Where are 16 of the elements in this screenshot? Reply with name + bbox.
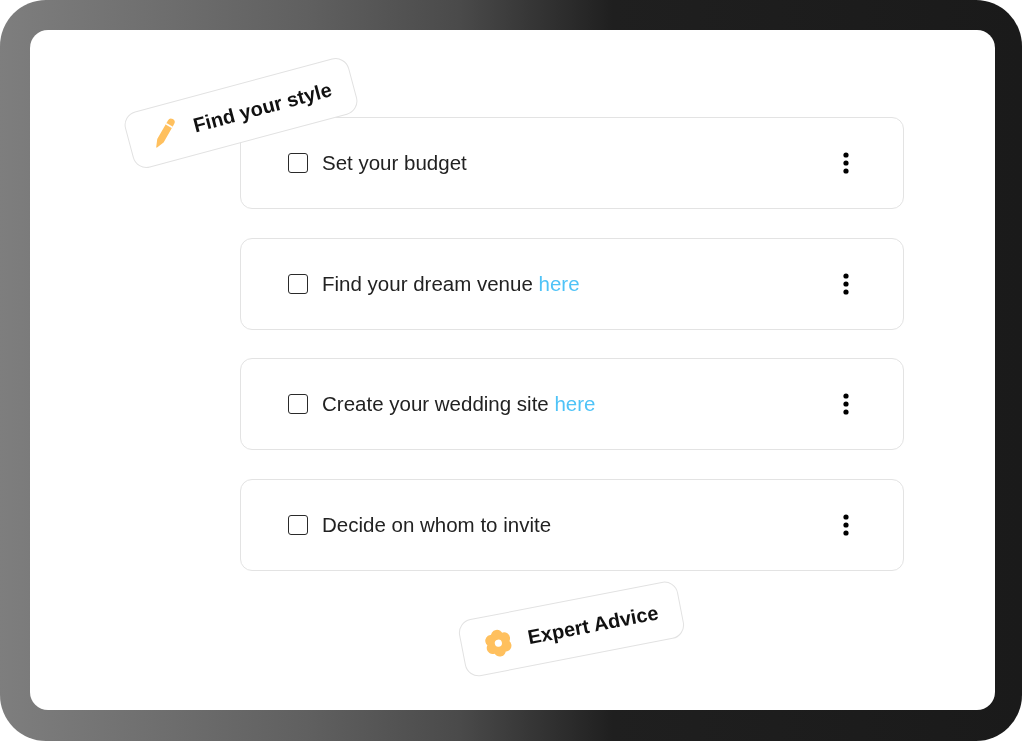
task-label: Find your dream venue here [322,271,581,296]
checkbox[interactable] [288,273,308,294]
more-icon[interactable] [843,152,849,174]
task-label: Set your budget [322,151,468,175]
more-icon[interactable] [843,272,849,295]
task-label: Create your wedding site here [322,392,597,416]
checkbox[interactable] [288,514,308,535]
more-icon[interactable] [843,393,849,415]
checkbox[interactable] [288,394,308,414]
sticker-label: Expert Advice [525,600,661,649]
here-link[interactable]: here [538,271,580,295]
more-icon[interactable] [843,513,849,536]
task-label: Decide on whom to invite [322,512,553,537]
checkbox[interactable] [288,153,308,173]
sticker-label: Find your style [190,77,335,137]
here-link[interactable]: here [554,392,596,415]
